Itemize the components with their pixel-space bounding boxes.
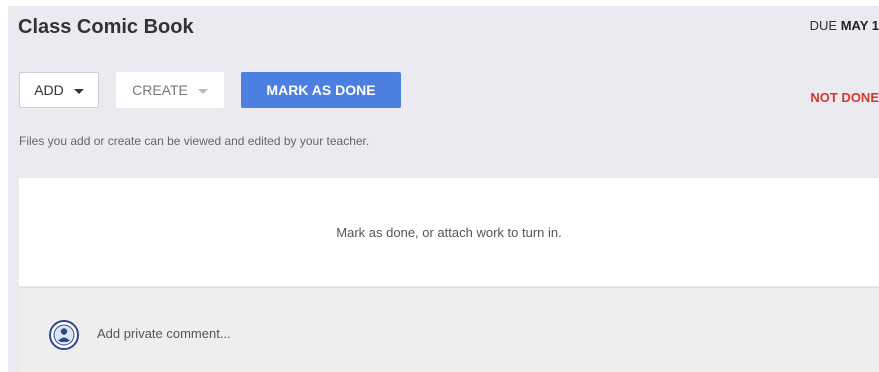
due-date-label: DUE MAY 1 — [810, 18, 879, 33]
user-avatar-icon — [49, 320, 79, 350]
work-panel-message: Mark as done, or attach work to turn in. — [336, 224, 562, 240]
work-panel: Mark as done, or attach work to turn in. — [19, 178, 879, 286]
private-comment-input[interactable]: Add private comment... — [97, 326, 231, 341]
assignment-title: Class Comic Book — [18, 16, 194, 38]
create-button[interactable]: CREATE — [116, 72, 224, 108]
private-comment-bar: Add private comment... — [19, 287, 879, 372]
due-prefix: DUE — [809, 18, 838, 33]
add-button[interactable]: ADD — [19, 72, 99, 108]
assignment-card: Class Comic Book DUE MAY 1 ADD CREATE MA… — [8, 6, 879, 372]
helper-text: Files you add or create can be viewed an… — [19, 134, 370, 148]
caret-down-icon — [73, 88, 84, 94]
add-button-label: ADD — [34, 82, 64, 98]
mark-as-done-button[interactable]: MARK AS DONE — [241, 72, 401, 108]
caret-down-icon — [197, 88, 208, 94]
status-badge: NOT DONE — [810, 90, 879, 105]
create-button-label: CREATE — [132, 82, 188, 98]
due-date-value: MAY 1 — [840, 18, 879, 33]
